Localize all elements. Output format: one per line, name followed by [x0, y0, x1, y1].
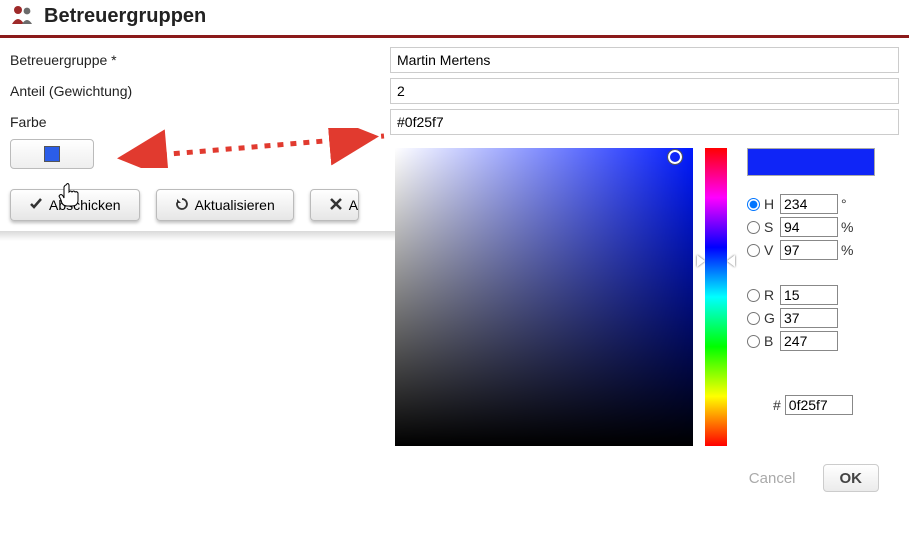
label-b: B: [764, 333, 780, 349]
cancel-button-partial[interactable]: A: [310, 189, 359, 221]
label-v: V: [764, 242, 780, 258]
radio-h[interactable]: [747, 198, 760, 211]
unit-s: %: [841, 219, 855, 235]
hue-handle-right[interactable]: [727, 255, 735, 267]
label-farbe: Farbe: [10, 110, 390, 134]
input-anteil[interactable]: [390, 78, 899, 104]
input-farbe[interactable]: [390, 109, 899, 135]
submit-button[interactable]: Abschicken: [10, 189, 140, 221]
label-s: S: [764, 219, 780, 235]
input-g[interactable]: [780, 308, 838, 328]
label-anteil: Anteil (Gewichtung): [10, 79, 390, 103]
hue-slider[interactable]: [705, 148, 727, 446]
refresh-label: Aktualisieren: [195, 197, 275, 213]
label-h: H: [764, 196, 780, 212]
color-picker-button[interactable]: [10, 139, 94, 169]
picker-ok-button[interactable]: OK: [823, 464, 880, 492]
radio-v[interactable]: [747, 244, 760, 257]
input-r[interactable]: [780, 285, 838, 305]
input-hex[interactable]: [785, 395, 853, 415]
input-s[interactable]: [780, 217, 838, 237]
radio-s[interactable]: [747, 221, 760, 234]
submit-label: Abschicken: [49, 197, 121, 213]
sv-plane[interactable]: [395, 148, 693, 446]
refresh-icon: [175, 197, 189, 214]
label-betreuergruppe: Betreuergruppe *: [10, 48, 390, 72]
picker-cancel-button[interactable]: Cancel: [732, 464, 813, 492]
input-betreuergruppe[interactable]: [390, 47, 899, 73]
radio-g[interactable]: [747, 312, 760, 325]
input-h[interactable]: [780, 194, 838, 214]
hue-handle-left[interactable]: [697, 255, 705, 267]
group-icon: [10, 4, 36, 29]
cancel-label-partial: A: [349, 197, 358, 213]
check-icon: [29, 197, 43, 214]
label-g: G: [764, 310, 780, 326]
color-picker-panel: H ° S % V % R: [395, 148, 909, 492]
color-swatch-icon: [44, 146, 60, 162]
page-title: Betreuergruppen: [44, 5, 206, 28]
color-preview: [747, 148, 875, 176]
label-r: R: [764, 287, 780, 303]
unit-v: %: [841, 242, 855, 258]
unit-h: °: [841, 196, 855, 212]
input-v[interactable]: [780, 240, 838, 260]
refresh-button[interactable]: Aktualisieren: [156, 189, 294, 221]
input-b[interactable]: [780, 331, 838, 351]
radio-b[interactable]: [747, 335, 760, 348]
hex-hash: #: [773, 397, 781, 413]
sv-cursor[interactable]: [668, 150, 682, 164]
radio-r[interactable]: [747, 289, 760, 302]
x-icon: [329, 197, 343, 214]
